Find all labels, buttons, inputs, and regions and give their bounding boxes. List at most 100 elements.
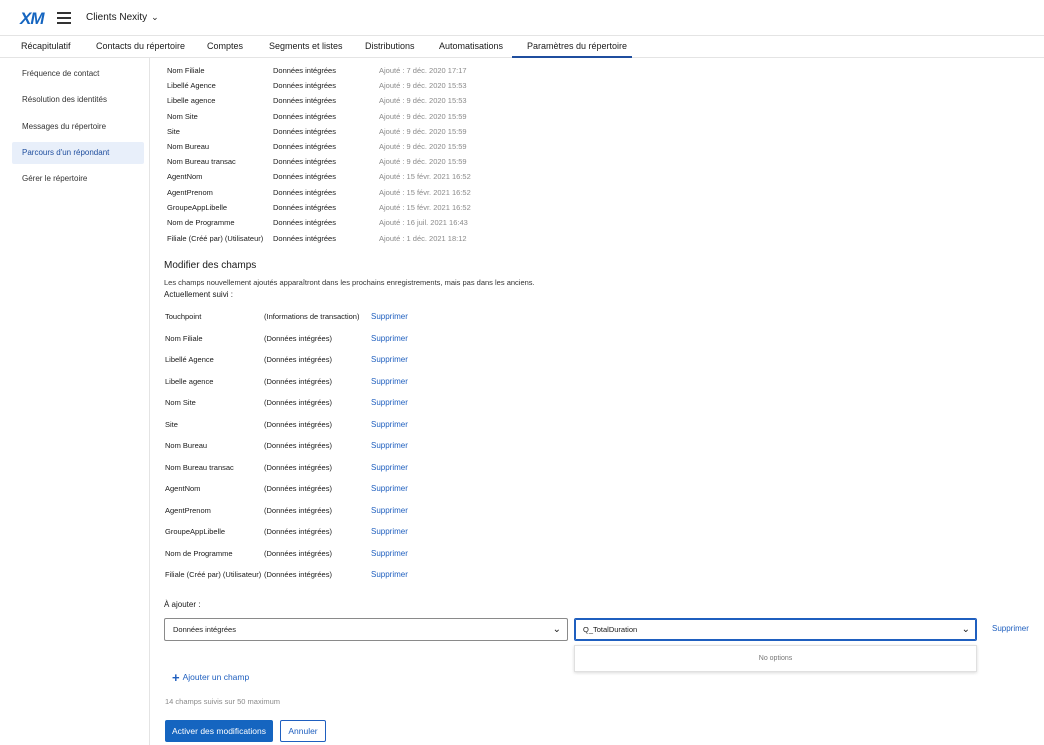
remove-tracked-link[interactable]: Supprimer [371,420,408,429]
main-content: Nom Filiale Données intégrées Ajouté : 7… [150,58,1044,745]
field-name: Nom de Programme [167,218,235,227]
xm-logo[interactable]: XM [20,9,44,29]
tracked-name: GroupeAppLibelle [165,527,226,536]
field-type: Données intégrées [273,203,336,212]
field-type: Données intégrées [273,127,336,136]
chevron-down-icon: ⌄ [151,12,159,22]
field-name: Site [167,127,180,136]
field-added: Ajouté : 7 déc. 2020 17:17 [379,66,467,75]
tracked-name: Libellé Agence [165,355,214,364]
sidebar-item-contact-frequency[interactable]: Fréquence de contact [12,63,144,85]
remove-tracked-link[interactable]: Supprimer [371,484,408,493]
field-added: Ajouté : 9 déc. 2020 15:59 [379,112,467,121]
remove-tracked-link[interactable]: Supprimer [371,549,408,558]
tracked-type: (Données intégrées) [264,377,332,386]
tab-directory-contacts[interactable]: Contacts du répertoire [96,41,185,51]
tab-segments[interactable]: Segments et listes [269,41,343,51]
field-name-select[interactable]: Q_TotalDuration ⌄ [574,618,977,641]
cancel-button[interactable]: Annuler [280,720,326,742]
modify-info-text: Les champs nouvellement ajoutés apparaît… [164,278,535,287]
tracked-type: (Données intégrées) [264,355,332,364]
tab-accounts[interactable]: Comptes [207,41,243,51]
field-name: AgentPrenom [167,188,213,197]
field-type: Données intégrées [273,157,336,166]
field-type: Données intégrées [273,172,336,181]
tracked-name: Filiale (Créé par) (Utilisateur) [165,570,262,579]
sidebar-item-identity-resolution[interactable]: Résolution des identités [12,89,144,111]
tracked-type: (Données intégrées) [264,570,332,579]
field-name: Nom Bureau [167,142,210,151]
tracked-label: Actuellement suivi : [164,290,233,299]
chevron-down-icon: ⌄ [961,624,970,635]
tracked-type: (Données intégrées) [264,506,332,515]
sidebar-item-respondent-journey[interactable]: Parcours d'un répondant [12,142,144,164]
no-options-dropdown: No options [574,645,977,672]
field-added: Ajouté : 15 févr. 2021 16:52 [379,172,471,181]
tracked-name: Libelle agence [165,377,214,386]
field-added: Ajouté : 16 juil. 2021 16:43 [379,218,468,227]
tracked-type: (Données intégrées) [264,334,332,343]
chevron-down-icon: ⌄ [552,624,561,635]
remove-tracked-link[interactable]: Supprimer [371,441,408,450]
tracked-name: Nom Site [165,398,196,407]
remove-tracked-link[interactable]: Supprimer [371,506,408,515]
sidebar-item-directory-messages[interactable]: Messages du répertoire [12,116,144,138]
menu-icon[interactable] [57,12,71,24]
remove-new-field-link[interactable]: Supprimer [992,624,1029,633]
remove-tracked-link[interactable]: Supprimer [371,570,408,579]
field-type-select[interactable]: Données intégrées ⌄ [164,618,568,641]
field-name: Nom Filiale [167,66,205,75]
field-added: Ajouté : 15 févr. 2021 16:52 [379,188,471,197]
field-name: Filiale (Créé par) (Utilisateur) [167,234,264,243]
tracked-name: Nom Bureau transac [165,463,234,472]
field-added: Ajouté : 9 déc. 2020 15:59 [379,142,467,151]
modify-fields-title: Modifier des champs [164,260,257,271]
tracked-name: Nom Bureau [165,441,208,450]
field-added: Ajouté : 9 déc. 2020 15:59 [379,157,467,166]
tracked-count-text: 14 champs suivis sur 50 maximum [165,697,281,706]
tab-summary[interactable]: Récapitulatif [21,41,71,51]
remove-tracked-link[interactable]: Supprimer [371,527,408,536]
field-type: Données intégrées [273,218,336,227]
field-name: Nom Bureau transac [167,157,236,166]
remove-tracked-link[interactable]: Supprimer [371,312,408,321]
field-name: Libelle agence [167,96,216,105]
tracked-name: Nom de Programme [165,549,233,558]
field-name-select-value: Q_TotalDuration [583,625,638,634]
tracked-name: AgentNom [165,484,201,493]
field-added: Ajouté : 9 déc. 2020 15:59 [379,127,467,136]
field-name: Nom Site [167,112,198,121]
tracked-type: (Données intégrées) [264,420,332,429]
field-type: Données intégrées [273,234,336,243]
tracked-type: (Données intégrées) [264,549,332,558]
tracked-type: (Informations de transaction) [264,312,360,321]
field-added: Ajouté : 9 déc. 2020 15:53 [379,96,467,105]
field-name: AgentNom [167,172,203,181]
tab-automations[interactable]: Automatisations [439,41,503,51]
tracked-type: (Données intégrées) [264,527,332,536]
sidebar: Fréquence de contact Résolution des iden… [0,58,150,745]
remove-tracked-link[interactable]: Supprimer [371,334,408,343]
field-type-select-value: Données intégrées [173,625,236,634]
project-name: Clients Nexity [86,12,148,23]
tracked-name: Nom Filiale [165,334,203,343]
field-type: Données intégrées [273,112,336,121]
add-field-label: Ajouter un champ [182,672,250,682]
plus-icon: + [172,670,180,685]
remove-tracked-link[interactable]: Supprimer [371,377,408,386]
apply-changes-button[interactable]: Activer des modifications [165,720,273,742]
remove-tracked-link[interactable]: Supprimer [371,355,408,364]
tracked-name: Site [165,420,178,429]
project-selector[interactable]: Clients Nexity ⌄ [86,12,159,23]
remove-tracked-link[interactable]: Supprimer [371,398,408,407]
remove-tracked-link[interactable]: Supprimer [371,463,408,472]
field-type: Données intégrées [273,66,336,75]
tab-distributions[interactable]: Distributions [365,41,415,51]
tab-directory-settings[interactable]: Paramètres du répertoire [527,41,627,51]
field-added: Ajouté : 9 déc. 2020 15:53 [379,81,467,90]
tracked-type: (Données intégrées) [264,441,332,450]
field-name: Libellé Agence [167,81,216,90]
sidebar-item-manage-directory[interactable]: Gérer le répertoire [12,168,144,190]
add-field-button[interactable]: + Ajouter un champ [172,670,249,685]
field-added: Ajouté : 15 févr. 2021 16:52 [379,203,471,212]
